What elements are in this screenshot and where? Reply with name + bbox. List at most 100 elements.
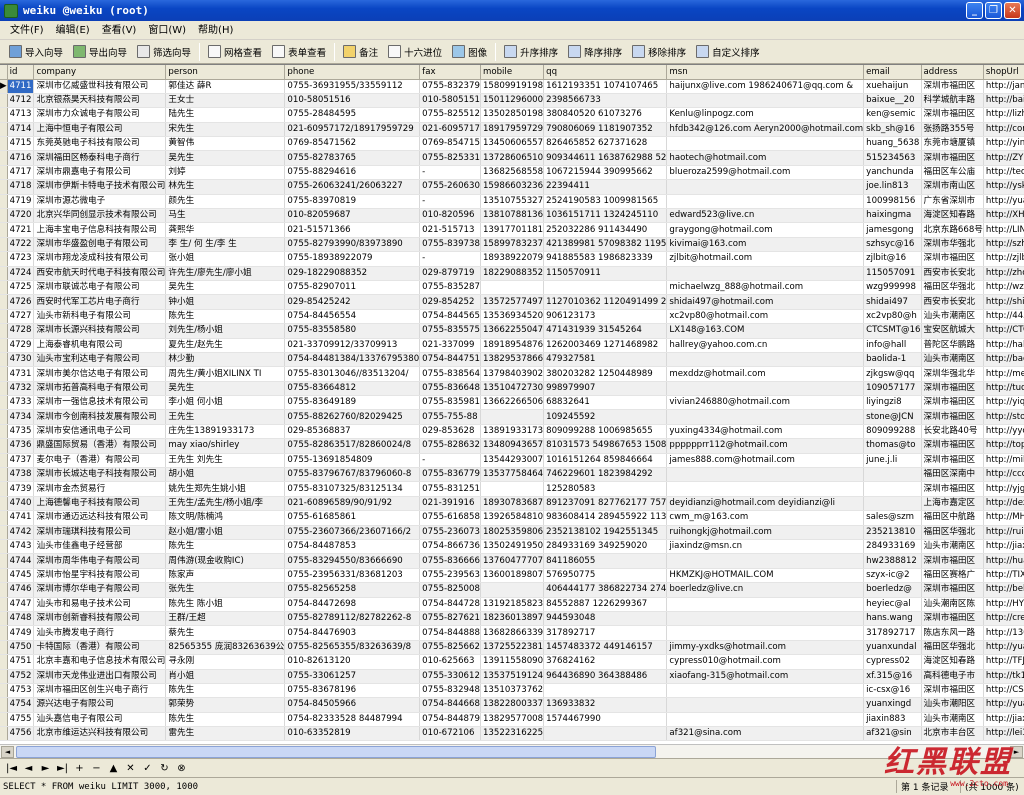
cell-fax[interactable]: 0755-825008 xyxy=(419,582,481,598)
cell-fax[interactable]: 0755-836779 xyxy=(419,467,481,483)
cell-id[interactable]: 4729 xyxy=(7,338,35,353)
cell-fax[interactable]: 0755-260630 xyxy=(419,179,481,195)
cell-fax[interactable]: 0754-844751 xyxy=(419,352,481,368)
last-record-button[interactable]: ►| xyxy=(55,761,70,776)
row-indicator[interactable] xyxy=(0,237,8,253)
cell-person[interactable]: 黄智伟 xyxy=(165,136,286,152)
cell-address[interactable]: 深圳市福田区 xyxy=(921,79,984,94)
cell-phone[interactable]: 0754-84456554 xyxy=(284,309,421,325)
cell-shopurl[interactable]: http://janek xyxy=(983,79,1024,94)
cell-fax[interactable]: 0755-835981 xyxy=(419,395,481,411)
cell-id[interactable]: 4739 xyxy=(7,481,35,497)
cell-msn[interactable] xyxy=(666,381,865,397)
cell-company[interactable]: 西安市航天时代电子科技有限公司 xyxy=(33,266,167,281)
remove-sort-button[interactable]: 移除排序 xyxy=(627,42,691,62)
cell-company[interactable]: 深圳福田区畅泰科电子商行 xyxy=(33,150,167,166)
table-row[interactable]: 4736 鼎盛国际贸易（香港）有限公司 may xiao/shirley 0755-8… xyxy=(0,438,1024,454)
cell-address[interactable]: 海淀区知春路 xyxy=(921,208,984,224)
cell-qq[interactable]: 790806069 1181907352 xyxy=(543,122,668,138)
table-row[interactable]: ▶ 4711 深圳市亿威盛世科技有限公司 郭佳达 薛R 0755-36931955/33… xyxy=(0,79,1024,94)
cell-fax[interactable]: 021-515713 xyxy=(419,222,481,238)
cell-person[interactable]: 吴先生 xyxy=(165,381,286,397)
column-header-msn[interactable]: msn xyxy=(666,65,865,80)
post-edit-button[interactable]: ✓ xyxy=(140,761,155,776)
cell-email[interactable]: shidai497 xyxy=(863,294,922,310)
cell-qq[interactable]: 941885583 1986823339 xyxy=(543,251,668,267)
row-indicator[interactable] xyxy=(0,640,8,656)
cell-address[interactable]: 汕头市潮南区 xyxy=(921,539,984,555)
cell-id[interactable]: 4721 xyxy=(7,222,35,238)
cell-phone[interactable]: 021-60957172/18917959729 xyxy=(284,122,421,138)
next-record-button[interactable]: ► xyxy=(38,761,53,776)
cell-address[interactable]: 深圳市福田区 xyxy=(921,395,984,411)
cell-company[interactable]: 深圳市源芯微电子 xyxy=(33,194,167,210)
cell-fax[interactable]: 0754-844565 xyxy=(419,309,481,325)
cell-shopurl[interactable]: http://creav xyxy=(983,611,1024,627)
cell-phone[interactable]: 021-33709912/33709913 xyxy=(284,338,421,353)
cell-shopurl[interactable]: http://yuanx xyxy=(983,194,1024,210)
cell-qq[interactable]: 2352138102 1942551345 xyxy=(543,525,668,541)
cell-person[interactable]: 王先生 刘先生 xyxy=(165,453,286,469)
cell-address[interactable]: 深圳市南山区 xyxy=(921,179,984,195)
cell-msn[interactable] xyxy=(666,352,865,368)
cell-company[interactable]: 汕头市佳鑫电子经营部 xyxy=(33,539,167,555)
cell-address[interactable]: 福田区赛格广 xyxy=(921,568,984,584)
cell-address[interactable]: 深圳市福田区 xyxy=(921,553,984,569)
row-indicator[interactable] xyxy=(0,266,8,281)
cell-phone[interactable]: 010-58051516 xyxy=(284,93,421,109)
cell-email[interactable]: joe.lin813 xyxy=(863,179,922,195)
cell-mobile[interactable]: 13728606510 xyxy=(480,150,545,166)
cell-address[interactable]: 福田区华强北 xyxy=(921,525,984,541)
row-indicator[interactable] xyxy=(0,165,8,181)
cell-id[interactable]: 4726 xyxy=(7,294,35,310)
cell-company[interactable]: 深圳市翔龙凌成科技有限公司 xyxy=(33,251,167,267)
cell-phone[interactable]: 0755-23956331/83681203 xyxy=(284,568,421,584)
cell-phone[interactable]: 010-82059687 xyxy=(284,208,421,224)
cell-email[interactable]: xf.315@16 xyxy=(863,669,922,684)
table-row[interactable]: 4713 深圳市力众诚电子有限公司 陆先生 0755-28484595 0755-825… xyxy=(0,107,1024,123)
cell-mobile[interactable]: 13510373762 xyxy=(480,683,545,699)
cell-mobile[interactable]: 13502850198 xyxy=(480,107,545,123)
cell-msn[interactable] xyxy=(666,409,865,425)
cell-person[interactable]: 赵小姐/雷小姐 xyxy=(165,525,286,541)
data-grid[interactable]: id company person phone fax mobile qq ms… xyxy=(0,64,1024,744)
table-row[interactable]: 4751 北京丰嘉和电子信息技术有限公司 寻永刚 010-82613120 010-62… xyxy=(0,654,1024,670)
cell-phone[interactable]: 0754-84476903 xyxy=(284,625,421,641)
cell-qq[interactable]: 2398566733 xyxy=(543,93,668,109)
cell-id[interactable]: 4737 xyxy=(7,453,35,469)
cell-fax[interactable]: 029-854252 xyxy=(419,294,481,310)
cell-mobile[interactable]: 13829577008 xyxy=(480,712,545,728)
cell-msn[interactable] xyxy=(666,467,865,483)
cell-fax[interactable]: 0755-832948 xyxy=(419,683,481,699)
cell-qq[interactable]: 1016151264 859846664 xyxy=(543,453,668,469)
cell-id[interactable]: 4750 xyxy=(7,640,35,656)
cell-address[interactable]: 深圳市福田区 xyxy=(921,582,984,598)
table-row[interactable]: 4750 卡特国际（香港）有限公司 82565355 庞润83263639公 0755… xyxy=(0,640,1024,656)
cell-phone[interactable]: 0754-82333528 84487994 xyxy=(284,712,421,728)
table-row[interactable]: 4722 深圳市华盛盈创电子有限公司李 生/ 何 生/李 生 0755-827939… xyxy=(0,237,1024,253)
minimize-button[interactable]: _ xyxy=(966,2,983,19)
table-row[interactable]: 4754 源兴达电子有限公司 郭荣势 0754-84505966 0754-844668… xyxy=(0,697,1024,713)
row-indicator[interactable] xyxy=(0,107,8,123)
cell-shopurl[interactable]: http://mexdd xyxy=(983,366,1024,382)
cell-person[interactable]: 郭荣势 xyxy=(165,697,286,713)
cell-fax[interactable]: 010-5805151 xyxy=(419,93,481,109)
cell-email[interactable]: jiaxin883 xyxy=(863,712,922,728)
column-header-shopurl[interactable]: shopUrl xyxy=(983,65,1024,80)
cell-msn[interactable]: ruihongkj@hotmail.com xyxy=(666,525,865,541)
cell-msn[interactable]: jimmy-yxdks@hotmail.com xyxy=(666,640,865,656)
cell-msn[interactable] xyxy=(666,179,865,195)
maximize-button[interactable]: ❐ xyxy=(985,2,1002,19)
cell-mobile[interactable]: 13544293007 xyxy=(480,453,545,469)
cell-shopurl[interactable]: http://ccd.d xyxy=(983,467,1024,483)
cell-qq[interactable]: 1262003469 1271468982 xyxy=(543,338,668,353)
cell-msn[interactable] xyxy=(666,597,865,612)
row-indicator[interactable] xyxy=(0,481,8,497)
cell-msn[interactable] xyxy=(666,683,865,699)
cell-address[interactable]: 深圳市福田区 xyxy=(921,438,984,454)
column-header-mobile[interactable]: mobile xyxy=(480,65,545,80)
cell-shopurl[interactable]: http://baoli xyxy=(983,352,1024,368)
cell-phone[interactable]: 0755-82783765 xyxy=(284,150,421,166)
cell-company[interactable]: 上海中恒电子有限公司 xyxy=(33,122,167,138)
cell-phone[interactable]: 0754-84505966 xyxy=(284,697,421,713)
